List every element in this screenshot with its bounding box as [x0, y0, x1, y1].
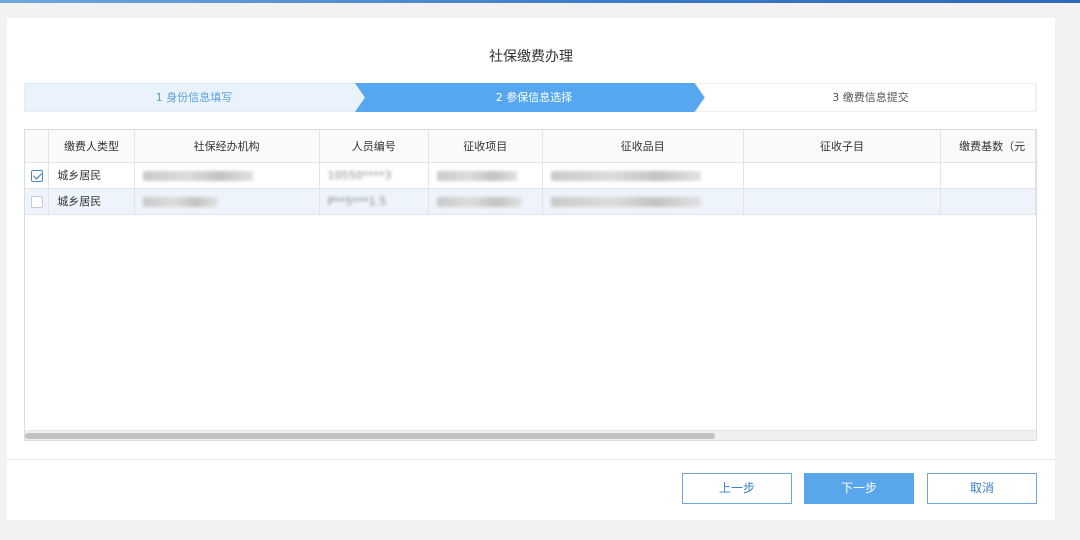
insurance-table: 缴费人类型 社保经办机构 人员编号 征收项目 征收品目 征收子目 缴费基数（元 … — [24, 129, 1037, 441]
cell-person-id: P**5***1.5 — [319, 188, 429, 215]
cell-collection-category-redacted — [542, 188, 744, 215]
cell-payment-base — [940, 162, 1036, 189]
header-collection-category: 征收品目 — [542, 130, 744, 163]
horizontal-scrollbar[interactable] — [25, 430, 1036, 440]
table-row[interactable]: 城乡居民 10550****3 — [25, 162, 1036, 189]
header-checkbox — [25, 130, 50, 163]
table-row[interactable]: 城乡居民 P**5***1.5 — [25, 188, 1036, 215]
cell-collection-item-redacted — [428, 188, 543, 215]
step-wizard: 1 身份信息填写 2 参保信息选择 3 缴费信息提交 — [24, 83, 1037, 112]
row-checkbox-unchecked[interactable] — [30, 195, 43, 208]
cell-payer-type: 城乡居民 — [48, 188, 135, 215]
payment-dialog: 社保缴费办理 1 身份信息填写 2 参保信息选择 3 缴费信息提交 缴费人类型 … — [7, 18, 1055, 520]
cell-collection-category-redacted — [542, 162, 744, 189]
cancel-button[interactable]: 取消 — [927, 473, 1037, 504]
cell-agency-redacted — [134, 188, 320, 215]
window-top-accent — [0, 0, 1080, 3]
prev-step-button[interactable]: 上一步 — [682, 473, 792, 504]
header-payer-type: 缴费人类型 — [48, 130, 135, 163]
dialog-title: 社保缴费办理 — [489, 49, 573, 65]
footer-divider — [7, 459, 1055, 460]
header-payment-base: 缴费基数（元 — [940, 130, 1036, 163]
cell-payer-type: 城乡居民 — [48, 162, 135, 189]
step-payment-submit: 3 缴费信息提交 — [832, 91, 909, 104]
cell-payment-base — [940, 188, 1036, 215]
cell-agency-redacted — [134, 162, 320, 189]
step-insurance-select: 2 参保信息选择 — [495, 91, 573, 104]
cell-collection-subitem — [743, 188, 942, 215]
table-header-row: 缴费人类型 社保经办机构 人员编号 征收项目 征收品目 征收子目 缴费基数（元 — [25, 130, 1036, 163]
header-person-id: 人员编号 — [319, 130, 429, 163]
step-identity-info: 1 身份信息填写 — [155, 91, 233, 104]
header-collection-item: 征收项目 — [428, 130, 543, 163]
header-collection-subitem: 征收子目 — [743, 130, 942, 163]
header-agency: 社保经办机构 — [134, 130, 320, 163]
next-step-button[interactable]: 下一步 — [804, 473, 914, 504]
row-checkbox-cell[interactable] — [25, 188, 50, 215]
cell-collection-item-redacted — [428, 162, 543, 189]
horizontal-scrollbar-thumb[interactable] — [25, 433, 715, 439]
cell-collection-subitem — [743, 162, 942, 189]
insurance-table-body: 缴费人类型 社保经办机构 人员编号 征收项目 征收品目 征收子目 缴费基数（元 … — [25, 130, 1036, 215]
row-checkbox-checked[interactable] — [30, 169, 43, 182]
cell-person-id: 10550****3 — [319, 162, 429, 189]
row-checkbox-cell[interactable] — [25, 162, 50, 189]
